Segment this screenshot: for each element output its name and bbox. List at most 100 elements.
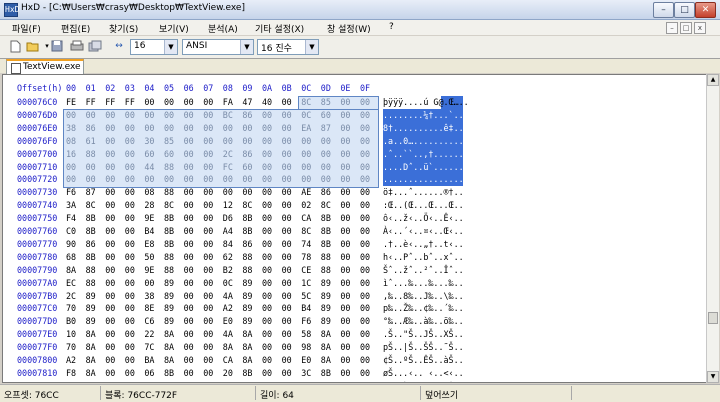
hex-byte[interactable]: 00 [301,162,311,172]
hex-byte[interactable]: 00 [184,136,194,146]
hex-byte[interactable]: 00 [184,213,194,223]
hex-byte[interactable]: 00 [282,187,292,197]
hex-byte[interactable]: 00 [360,200,370,210]
hex-byte[interactable]: 00 [223,174,233,184]
hex-byte[interactable]: 8B [164,213,174,223]
hex-byte[interactable]: 00 [321,136,331,146]
hex-byte[interactable]: 00 [340,316,350,326]
hex-byte[interactable]: 89 [321,291,331,301]
hex-byte[interactable]: 00 [360,265,370,275]
ascii-text[interactable]: 8†..........ê‡.. [383,123,464,133]
maximize-button[interactable]: □ [674,2,695,18]
hex-byte[interactable]: 00 [262,213,272,223]
hex-byte[interactable]: CA [301,213,311,223]
hex-byte[interactable]: 00 [184,174,194,184]
ascii-text[interactable]: ¢Š..ºŠ..ÊŠ..àŠ.. [383,355,464,365]
hex-byte[interactable]: 00 [262,381,272,382]
hex-byte[interactable]: E0 [301,355,311,365]
hex-byte[interactable]: 00 [66,162,76,172]
hex-byte[interactable]: 00 [282,149,292,159]
hex-byte[interactable]: 1C [301,278,311,288]
hex-byte[interactable]: 00 [125,162,135,172]
menu-analysis[interactable]: 분석(A) [208,22,238,35]
hex-byte[interactable]: 00 [125,303,135,313]
ascii-text[interactable]: F‹..`‹......2ˆ.. [383,381,464,382]
hex-byte[interactable]: 00 [105,381,115,382]
hex-byte[interactable]: 00 [262,239,272,249]
hex-byte[interactable]: 00 [340,187,350,197]
hex-byte[interactable]: 00 [262,187,272,197]
hex-byte[interactable]: 00 [125,213,135,223]
offset-base-select[interactable]: 16 진수 ▼ [257,39,319,55]
hex-byte[interactable]: 85 [164,136,174,146]
hex-byte[interactable]: F4 [66,213,76,223]
hex-byte[interactable]: F6 [66,187,76,197]
hex-byte[interactable]: 00 [105,149,115,159]
hex-byte[interactable]: 2C [223,149,233,159]
hex-byte[interactable]: 00 [262,316,272,326]
hex-byte[interactable]: 00 [125,355,135,365]
hex-byte[interactable]: 00 [282,368,292,378]
hex-byte[interactable]: 00 [105,239,115,249]
hex-byte[interactable]: 89 [164,291,174,301]
hex-byte[interactable]: 00 [282,303,292,313]
hex-byte[interactable]: 85 [321,97,331,107]
mdi-minimize-button[interactable]: – [666,22,678,34]
hex-byte[interactable]: 00 [223,136,233,146]
hex-byte[interactable]: 00 [203,174,213,184]
hex-byte[interactable]: 00 [360,355,370,365]
hex-byte[interactable]: 00 [125,239,135,249]
hex-byte[interactable]: 00 [340,303,350,313]
hex-byte[interactable]: 00 [360,97,370,107]
hex-byte[interactable]: 00 [203,187,213,197]
hex-byte[interactable]: 00 [203,355,213,365]
hex-byte[interactable]: 00 [360,239,370,249]
hex-byte[interactable]: 00 [125,316,135,326]
hex-byte[interactable]: 00 [105,303,115,313]
open-folder-icon[interactable] [26,40,40,53]
hex-byte[interactable]: EA [301,123,311,133]
ascii-text[interactable]: Šˆ..žˆ..²ˆ..Îˆ.. [383,265,464,275]
hex-byte[interactable]: 88 [164,252,174,262]
hex-byte[interactable]: 00 [203,213,213,223]
hex-byte[interactable]: 00 [184,162,194,172]
hex-byte[interactable]: 61 [86,136,96,146]
hex-byte[interactable]: 8C [321,200,331,210]
hex-byte[interactable]: 00 [340,291,350,301]
hex-byte[interactable]: 00 [262,226,272,236]
hex-byte[interactable]: 20 [223,368,233,378]
hex-byte[interactable]: 46 [66,381,76,382]
hex-byte[interactable]: 00 [360,213,370,223]
hex-byte[interactable]: 00 [262,291,272,301]
hex-byte[interactable]: 00 [242,123,252,133]
hex-byte[interactable]: 00 [340,239,350,249]
hex-byte[interactable]: 00 [125,136,135,146]
hex-byte[interactable]: 06 [144,368,154,378]
hex-byte[interactable]: C6 [144,316,154,326]
hex-byte[interactable]: B4 [301,303,311,313]
hex-byte[interactable]: 90 [66,239,76,249]
hex-byte[interactable]: 00 [262,110,272,120]
hex-byte[interactable]: 00 [105,136,115,146]
hex-byte[interactable]: FF [105,97,115,107]
menu-help[interactable]: ? [389,22,394,32]
mdi-restore-button[interactable]: □ [680,22,692,34]
ascii-text[interactable]: .†..è‹..„†..t‹.. [383,239,464,249]
hex-byte[interactable]: 00 [144,174,154,184]
hex-byte[interactable]: 86 [242,110,252,120]
hex-byte[interactable]: 00 [223,123,233,133]
hex-byte[interactable]: 8B [164,226,174,236]
new-file-icon[interactable] [8,40,22,53]
hex-byte[interactable]: 00 [105,110,115,120]
chevron-down-icon[interactable]: ▼ [164,40,177,54]
hex-byte[interactable]: 00 [282,252,292,262]
hex-byte[interactable]: 00 [184,278,194,288]
hex-byte[interactable]: 89 [164,278,174,288]
hex-byte[interactable]: 00 [340,329,350,339]
hex-byte[interactable]: 00 [105,291,115,301]
hex-byte[interactable]: 00 [360,123,370,133]
hex-byte[interactable]: BC [223,110,233,120]
hex-byte[interactable]: 87 [86,187,96,197]
hex-byte[interactable]: 8A [86,329,96,339]
hex-byte[interactable]: A2 [223,303,233,313]
